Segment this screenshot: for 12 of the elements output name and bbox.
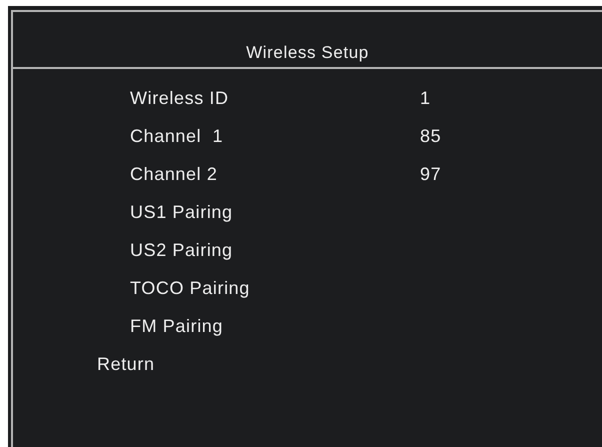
menu-item[interactable]: FM Pairing xyxy=(130,316,420,336)
return-item[interactable]: Return xyxy=(97,354,155,374)
menu-item[interactable]: TOCO Pairing xyxy=(130,278,420,298)
menu-item[interactable]: Channel 2 xyxy=(130,164,420,184)
menu-title: Wireless Setup xyxy=(246,43,369,63)
setting-value: 97 xyxy=(420,164,442,184)
setting-value: 1 xyxy=(420,88,431,108)
menu-item[interactable]: Wireless ID xyxy=(130,88,420,108)
menu-item[interactable]: Channel 1 xyxy=(130,126,420,146)
setting-value: 85 xyxy=(420,126,442,146)
menu-item[interactable]: US2 Pairing xyxy=(130,240,420,260)
menu-item[interactable]: US1 Pairing xyxy=(130,202,420,222)
